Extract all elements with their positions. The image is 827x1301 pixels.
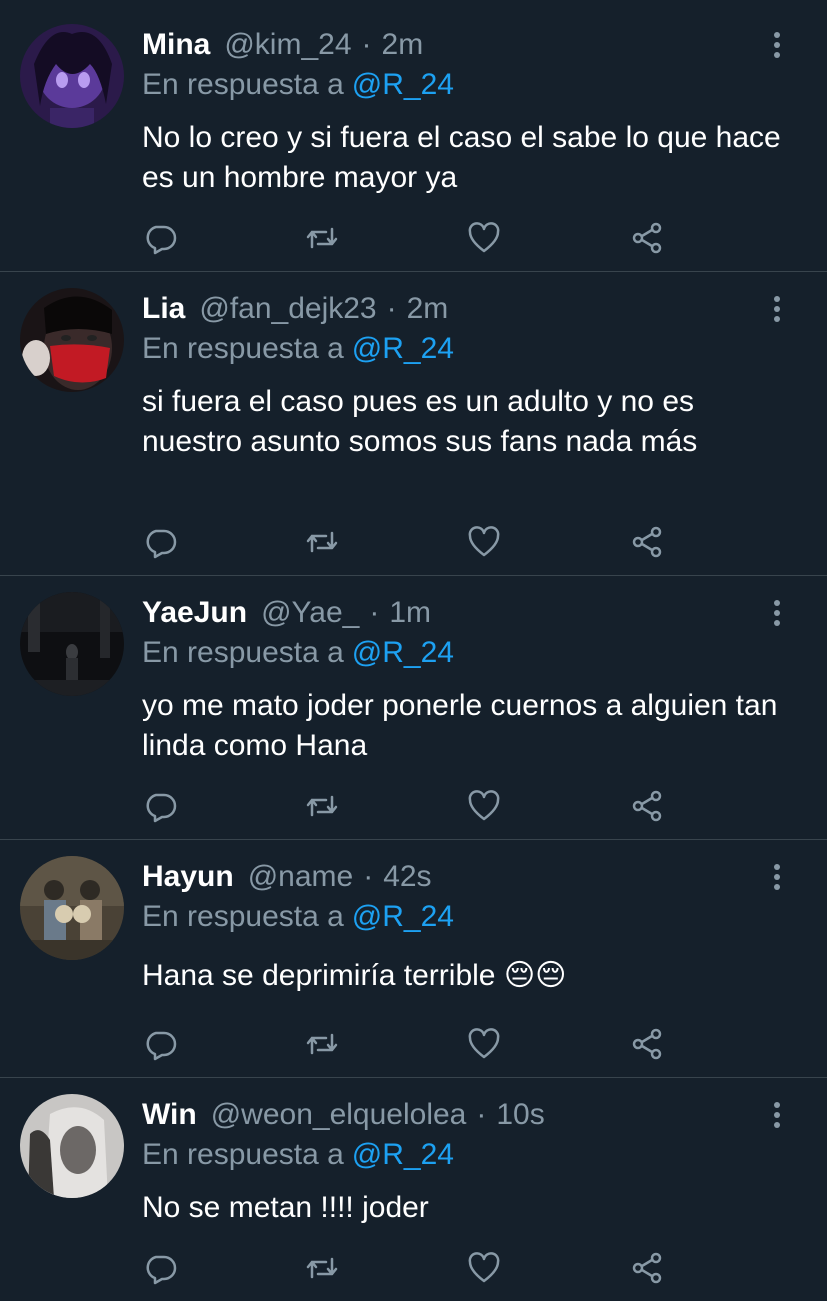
- more-options-icon[interactable]: [767, 598, 787, 628]
- reply-icon[interactable]: [142, 220, 178, 256]
- reply-prefix: En respuesta a: [142, 900, 344, 933]
- tweet-text: No lo creo y si fuera el caso el sabe lo…: [142, 121, 781, 194]
- display-name[interactable]: Hayun: [142, 858, 234, 896]
- action-bar: [142, 524, 672, 560]
- more-options-icon[interactable]: [767, 30, 787, 60]
- avatar[interactable]: [20, 288, 124, 392]
- retweet-icon[interactable]: [304, 524, 340, 560]
- tweet-header: YaeJun @Yae_ · 1m: [142, 594, 431, 632]
- tweet-text-body: Hana se deprimiría terrible: [142, 959, 504, 992]
- share-icon[interactable]: [629, 1250, 665, 1286]
- share-icon[interactable]: [629, 220, 665, 256]
- retweet-icon[interactable]: [304, 1250, 340, 1286]
- heart-icon[interactable]: [466, 1250, 502, 1286]
- anime-purple-avatar: [20, 24, 124, 128]
- grey-portrait-avatar: [20, 1094, 124, 1198]
- tweet-header: Lia @fan_dejk23 · 2m: [142, 290, 448, 328]
- reply-icon[interactable]: [142, 1250, 178, 1286]
- reply-mention-link[interactable]: @R_24: [352, 900, 454, 933]
- heart-icon[interactable]: [466, 220, 502, 256]
- retweet-icon[interactable]: [304, 1026, 340, 1062]
- timestamp[interactable]: 10s: [496, 1096, 544, 1134]
- separator-dot: ·: [369, 596, 380, 629]
- separator-dot: ·: [363, 860, 374, 893]
- reply-context: En respuesta a @R_24: [142, 330, 454, 368]
- separator-dot: ·: [476, 1098, 487, 1131]
- action-bar: [142, 1250, 672, 1286]
- share-icon[interactable]: [629, 1026, 665, 1062]
- timestamp[interactable]: 2m: [382, 26, 424, 64]
- retweet-icon[interactable]: [304, 788, 340, 824]
- reply-mention-link[interactable]: @R_24: [352, 68, 454, 101]
- timestamp[interactable]: 2m: [407, 290, 449, 328]
- reply-prefix: En respuesta a: [142, 1138, 344, 1171]
- user-handle[interactable]: @kim_24: [224, 26, 351, 64]
- share-icon[interactable]: [629, 788, 665, 824]
- reply-prefix: En respuesta a: [142, 332, 344, 365]
- reply-context: En respuesta a @R_24: [142, 66, 454, 104]
- tweet-hayun[interactable]: Hayun @name · 42s En respuesta a @R_24 Ha…: [0, 840, 827, 1078]
- display-name[interactable]: Lia: [142, 290, 185, 328]
- action-bar: [142, 1026, 672, 1062]
- user-handle[interactable]: @Yae_: [261, 594, 359, 632]
- tweet-header: Win @weon_elquelolea · 10s: [142, 1096, 545, 1134]
- timestamp[interactable]: 1m: [389, 594, 431, 632]
- pensive-emoji: 😔😔: [503, 959, 567, 992]
- separator-dot: ·: [361, 28, 372, 61]
- display-name[interactable]: Mina: [142, 26, 210, 64]
- heart-icon[interactable]: [466, 788, 502, 824]
- avatar[interactable]: [20, 856, 124, 960]
- timestamp[interactable]: 42s: [383, 858, 431, 896]
- reply-mention-link[interactable]: @R_24: [352, 332, 454, 365]
- display-name[interactable]: YaeJun: [142, 594, 247, 632]
- tweet-lia[interactable]: Lia @fan_dejk23 · 2m En respuesta a @R_24…: [0, 272, 827, 576]
- girl-red-mask-avatar: [20, 288, 124, 392]
- tweet-mina[interactable]: Mina @kim_24 · 2m En respuesta a @R_24 No…: [0, 0, 827, 272]
- avatar[interactable]: [20, 1094, 124, 1198]
- heart-icon[interactable]: [466, 1026, 502, 1062]
- tweet-text: No se metan !!!! joder: [142, 1191, 429, 1224]
- retweet-icon[interactable]: [304, 220, 340, 256]
- reply-context: En respuesta a @R_24: [142, 898, 454, 936]
- reply-prefix: En respuesta a: [142, 68, 344, 101]
- couple-flowers-avatar: [20, 856, 124, 960]
- reply-icon[interactable]: [142, 788, 178, 824]
- reply-mention-link[interactable]: @R_24: [352, 636, 454, 669]
- tweet-text: si fuera el caso pues es un adulto y no …: [142, 385, 698, 458]
- dark-street-avatar: [20, 592, 124, 696]
- tweet-header: Hayun @name · 42s: [142, 858, 432, 896]
- more-options-icon[interactable]: [767, 294, 787, 324]
- tweet-win[interactable]: Win @weon_elquelolea · 10s En respuesta …: [0, 1078, 827, 1301]
- reply-prefix: En respuesta a: [142, 636, 344, 669]
- reply-mention-link[interactable]: @R_24: [352, 1138, 454, 1171]
- avatar[interactable]: [20, 592, 124, 696]
- heart-icon[interactable]: [466, 524, 502, 560]
- tweet-yaejun[interactable]: YaeJun @Yae_ · 1m En respuesta a @R_24 yo…: [0, 576, 827, 840]
- tweet-header: Mina @kim_24 · 2m: [142, 26, 423, 64]
- reply-icon[interactable]: [142, 524, 178, 560]
- action-bar: [142, 788, 672, 824]
- more-options-icon[interactable]: [767, 862, 787, 892]
- separator-dot: ·: [386, 292, 397, 325]
- user-handle[interactable]: @fan_dejk23: [199, 290, 376, 328]
- more-options-icon[interactable]: [767, 1100, 787, 1130]
- tweet-text: yo me mato joder ponerle cuernos a algui…: [142, 689, 778, 762]
- user-handle[interactable]: @name: [248, 858, 354, 896]
- share-icon[interactable]: [629, 524, 665, 560]
- tweet-text: Hana se deprimiría terrible 😔😔: [142, 956, 792, 996]
- reply-icon[interactable]: [142, 1026, 178, 1062]
- action-bar: [142, 220, 672, 256]
- reply-context: En respuesta a @R_24: [142, 634, 454, 672]
- reply-context: En respuesta a @R_24: [142, 1136, 454, 1174]
- display-name[interactable]: Win: [142, 1096, 197, 1134]
- user-handle[interactable]: @weon_elquelolea: [211, 1096, 467, 1134]
- avatar[interactable]: [20, 24, 124, 128]
